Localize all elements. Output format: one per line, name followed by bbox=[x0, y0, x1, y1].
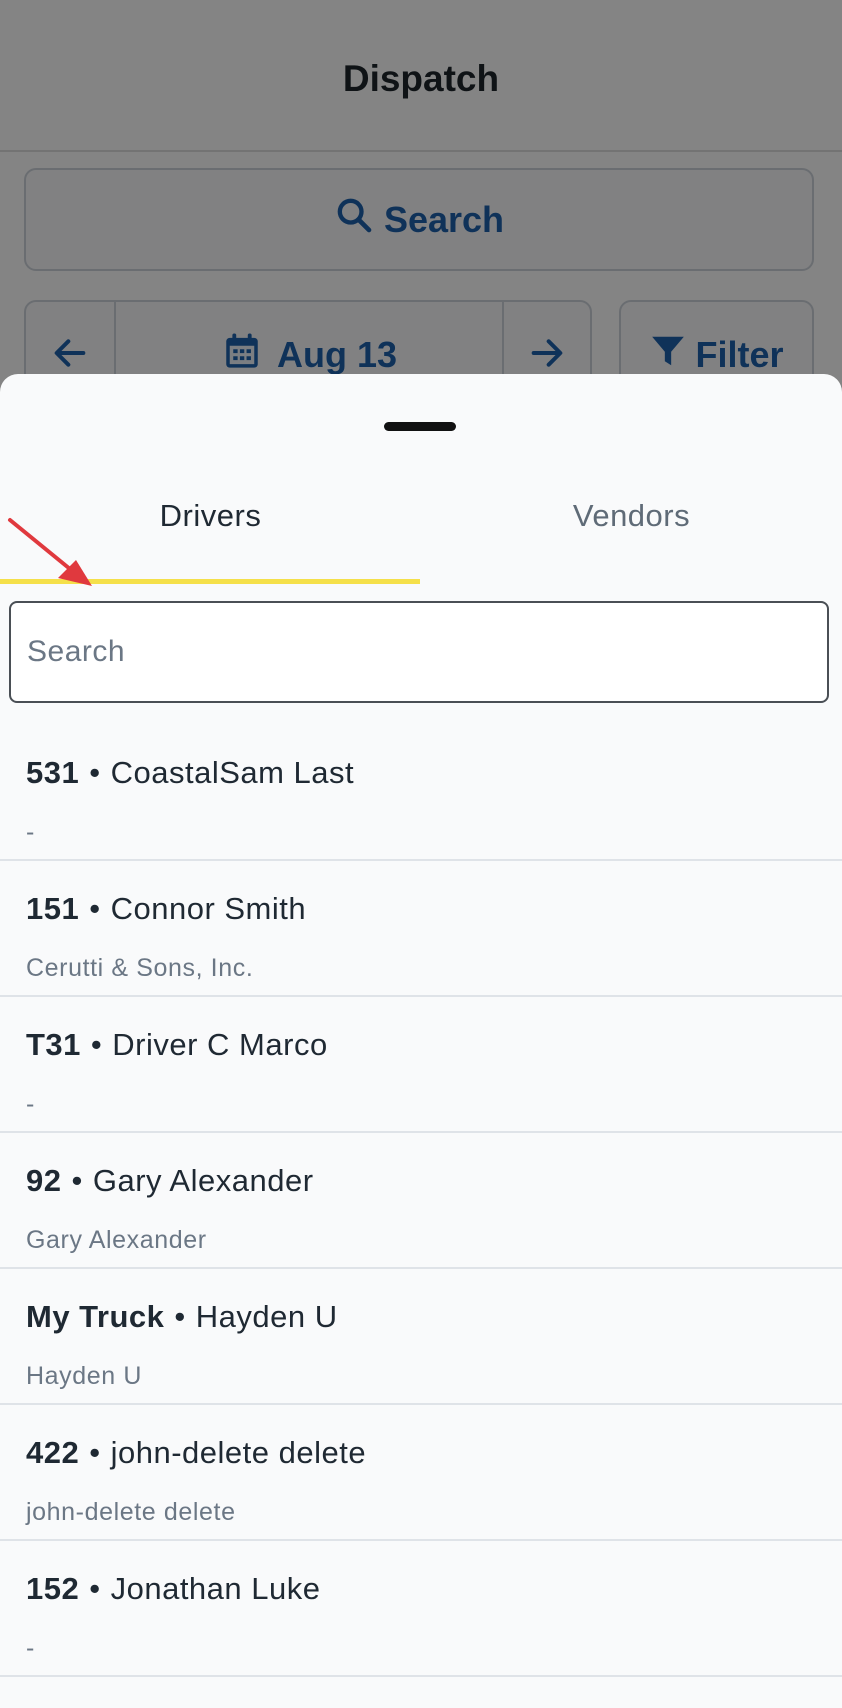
driver-company: john-delete delete bbox=[26, 1498, 236, 1526]
driver-name: john-delete delete bbox=[110, 1435, 367, 1470]
driver-number: T31 bbox=[26, 1027, 81, 1062]
driver-name: CoastalSam Last bbox=[110, 755, 355, 790]
driver-company: Hayden U bbox=[26, 1362, 142, 1390]
driver-company: Cerutti & Sons, Inc. bbox=[26, 954, 254, 982]
driver-row-151[interactable]: 151 • Connor Smith Cerutti & Sons, Inc. bbox=[0, 861, 842, 997]
driver-company: - bbox=[26, 818, 35, 846]
driver-name: Driver C Marco bbox=[112, 1027, 328, 1062]
driver-title: T31 • Driver C Marco bbox=[26, 1027, 328, 1063]
driver-name: Jonathan Luke bbox=[110, 1571, 321, 1606]
driver-number: 152 bbox=[26, 1571, 80, 1606]
driver-number: 151 bbox=[26, 891, 80, 926]
driver-title: 531 • CoastalSam Last bbox=[26, 755, 354, 791]
bullet-separator: • bbox=[89, 1435, 101, 1470]
driver-search-input[interactable] bbox=[9, 601, 829, 703]
driver-company: Gary Alexander bbox=[26, 1226, 207, 1254]
driver-list: 531 • CoastalSam Last - 151 • Connor Smith C… bbox=[0, 725, 842, 1677]
driver-title: 151 • Connor Smith bbox=[26, 891, 306, 927]
driver-title: My Truck • Hayden U bbox=[26, 1299, 338, 1335]
driver-title: 422 • john-delete delete bbox=[26, 1435, 366, 1471]
sheet-drag-handle[interactable] bbox=[384, 422, 456, 431]
tab-vendors[interactable]: Vendors bbox=[421, 474, 842, 558]
driver-name: Connor Smith bbox=[110, 891, 307, 926]
bullet-separator: • bbox=[89, 891, 101, 926]
driver-company: - bbox=[26, 1634, 35, 1662]
driver-row-422[interactable]: 422 • john-delete delete john-delete delet… bbox=[0, 1405, 842, 1541]
sheet-tabs: Drivers Vendors bbox=[0, 474, 842, 558]
driver-name: Gary Alexander bbox=[92, 1163, 314, 1198]
bullet-separator: • bbox=[89, 755, 101, 790]
driver-number: 422 bbox=[26, 1435, 80, 1470]
driver-name: Hayden U bbox=[195, 1299, 338, 1334]
driver-row-t31[interactable]: T31 • Driver C Marco - bbox=[0, 997, 842, 1133]
driver-number: 531 bbox=[26, 755, 80, 790]
driver-row-my-truck[interactable]: My Truck • Hayden U Hayden U bbox=[0, 1269, 842, 1405]
driver-title: 92 • Gary Alexander bbox=[26, 1163, 314, 1199]
driver-picker-sheet: Drivers Vendors 531 • CoastalSam Last - 15… bbox=[0, 374, 842, 1708]
bullet-separator: • bbox=[90, 1027, 103, 1062]
bullet-separator: • bbox=[174, 1299, 186, 1334]
bullet-separator: • bbox=[89, 1571, 101, 1606]
annotation-arrow-icon bbox=[8, 518, 92, 586]
driver-row-152[interactable]: 152 • Jonathan Luke - bbox=[0, 1541, 842, 1677]
driver-number: My Truck bbox=[26, 1299, 165, 1334]
driver-row-531[interactable]: 531 • CoastalSam Last - bbox=[0, 725, 842, 861]
driver-number: 92 bbox=[26, 1163, 62, 1198]
driver-row-92[interactable]: 92 • Gary Alexander Gary Alexander bbox=[0, 1133, 842, 1269]
driver-company: - bbox=[26, 1090, 35, 1118]
driver-title: 152 • Jonathan Luke bbox=[26, 1571, 321, 1607]
bullet-separator: • bbox=[71, 1163, 83, 1198]
